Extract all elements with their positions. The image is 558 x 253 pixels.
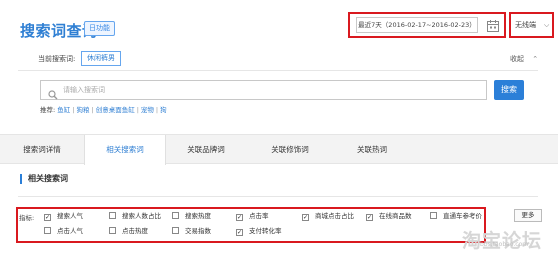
indicator-checkbox[interactable]: ✓ 商城点击占比 — [302, 211, 354, 221]
indicator-checkbox[interactable]: 点击热度 — [109, 226, 148, 236]
checkbox-unchecked[interactable] — [109, 227, 116, 234]
checkbox-checked[interactable]: ✓ — [302, 214, 309, 221]
indicator-checkbox[interactable]: 点击人气 — [44, 226, 83, 236]
search-field[interactable] — [40, 80, 487, 100]
checkbox-checked[interactable]: ✓ — [236, 214, 243, 221]
divider — [18, 70, 538, 71]
indicator-checkbox[interactable]: 交易指数 — [172, 226, 211, 236]
recommend-link[interactable]: 宠物 — [141, 106, 154, 114]
device-select[interactable]: 无线端 ⌵ — [509, 12, 554, 38]
tab-hot-terms[interactable]: 关联热词 — [332, 135, 412, 164]
current-term-tag[interactable]: 休闲裤男 — [81, 51, 121, 66]
recommend-link[interactable]: 创意桌面鱼缸 — [96, 106, 135, 114]
checkbox-checked[interactable]: ✓ — [366, 214, 373, 221]
calendar-icon[interactable] — [486, 18, 500, 32]
tab-related-terms[interactable]: 相关搜索词 — [84, 135, 166, 165]
checkbox-unchecked[interactable] — [172, 227, 179, 234]
tab-bar: 搜索词详情 相关搜索词 关联品牌词 关联修饰词 关联热词 — [0, 134, 558, 165]
search-icon — [48, 85, 58, 104]
date-range-picker[interactable]: 最近7天（2016-02-17~2016-02-23） — [356, 17, 478, 33]
checkbox-unchecked[interactable] — [430, 212, 437, 219]
checkbox-unchecked[interactable] — [44, 227, 51, 234]
tab-brand-terms[interactable]: 关联品牌词 — [164, 135, 248, 164]
chevron-down-icon: ⌵ — [544, 21, 550, 29]
checkbox-checked[interactable]: ✓ — [236, 229, 243, 236]
indicator-checkbox[interactable]: ✓ 在线商品数 — [366, 211, 412, 221]
recommend-row: 推荐: 鱼缸 | 狗粮 | 创意桌面鱼缸 | 宠物 | 狗 — [40, 104, 167, 114]
tab-search-detail[interactable]: 搜索词详情 — [0, 135, 84, 164]
collapse-label: 收起 — [510, 55, 524, 63]
indicator-checkbox[interactable]: 搜索热度 — [172, 211, 211, 221]
separator: | — [72, 106, 75, 114]
recommend-link[interactable]: 鱼缸 — [57, 106, 70, 114]
indicator-checkbox[interactable]: ✓ 支付转化率 — [236, 226, 282, 236]
search-button[interactable]: 搜索 — [494, 80, 524, 100]
device-select-label: 无线端 — [515, 21, 536, 29]
recommend-label: 推荐: — [40, 106, 56, 114]
collapse-toggle[interactable]: 收起 ⌃ — [510, 54, 538, 64]
checkbox-unchecked[interactable] — [172, 212, 179, 219]
forum-watermark: 淘宝论坛 bbs.taobao.com — [462, 226, 558, 252]
recommend-link[interactable]: 狗 — [160, 106, 167, 114]
indicator-checkbox[interactable]: 直通车参考价 — [430, 211, 482, 221]
checkbox-checked[interactable]: ✓ — [44, 214, 51, 221]
chevron-up-icon: ⌃ — [532, 55, 539, 63]
separator: | — [91, 106, 94, 114]
search-input[interactable] — [63, 83, 473, 97]
section-title: 相关搜索词 — [20, 174, 68, 184]
divider — [18, 196, 538, 197]
tab-modifier-terms[interactable]: 关联修饰词 — [248, 135, 332, 164]
indicator-checkbox[interactable]: ✓ 搜索人气 — [44, 211, 83, 221]
indicator-checkbox[interactable]: 搜索人数占比 — [109, 211, 161, 221]
date-range-highlight: 最近7天（2016-02-17~2016-02-23） — [348, 12, 506, 38]
daily-badge: 日功能 — [84, 21, 115, 36]
separator: | — [155, 106, 159, 114]
watermark-url: bbs.taobao.com — [480, 241, 529, 248]
indicator-checkbox[interactable]: ✓ 点击率 — [236, 211, 269, 221]
current-term-label: 当前搜索词: — [38, 55, 76, 63]
recommend-link[interactable]: 狗粮 — [76, 106, 89, 114]
more-button[interactable]: 更多 — [514, 209, 542, 222]
separator: | — [136, 106, 139, 114]
indicators-label: 指标: — [19, 214, 35, 222]
checkbox-unchecked[interactable] — [109, 212, 116, 219]
